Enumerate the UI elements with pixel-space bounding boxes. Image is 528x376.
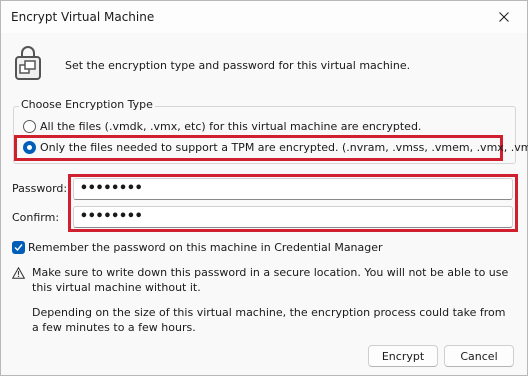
radio-tpm-files[interactable]: Only the files needed to support a TPM a…: [23, 141, 528, 154]
confirm-field[interactable]: ••••••••: [73, 206, 513, 228]
encryption-type-label: Choose Encryption Type: [19, 98, 155, 111]
warning-text: Make sure to write down this password in…: [32, 266, 509, 294]
header-description: Set the encryption type and password for…: [65, 59, 411, 72]
password-label: Password:: [12, 182, 68, 195]
radio-tpm-files-label: Only the files needed to support a TPM a…: [40, 141, 528, 154]
confirm-label: Confirm:: [12, 211, 60, 224]
remember-password-checkbox[interactable]: Remember the password on this machine in…: [12, 241, 383, 254]
password-field[interactable]: ••••••••: [73, 178, 513, 200]
radio-all-files-indicator[interactable]: [23, 120, 36, 133]
radio-tpm-files-indicator[interactable]: [23, 141, 36, 154]
encrypt-vm-dialog: Encrypt Virtual Machine Set the encrypti…: [0, 0, 528, 376]
checkbox-checked-icon[interactable]: [12, 241, 25, 254]
title-bar: Encrypt Virtual Machine: [1, 1, 527, 33]
vm-lock-icon: [15, 46, 41, 80]
encrypt-button[interactable]: Encrypt: [368, 345, 438, 367]
radio-all-files-label: All the files (.vmdk, .vmx, etc) for thi…: [40, 120, 422, 133]
cancel-button[interactable]: Cancel: [444, 345, 514, 367]
close-icon: [499, 12, 509, 22]
info-text: Depending on the size of this virtual ma…: [32, 306, 506, 334]
checkmark-icon: [14, 244, 23, 252]
warning-icon: [12, 267, 25, 279]
close-button[interactable]: [481, 1, 527, 33]
radio-all-files[interactable]: All the files (.vmdk, .vmx, etc) for thi…: [23, 120, 421, 133]
remember-password-label: Remember the password on this machine in…: [28, 241, 383, 254]
window-title: Encrypt Virtual Machine: [11, 10, 155, 24]
